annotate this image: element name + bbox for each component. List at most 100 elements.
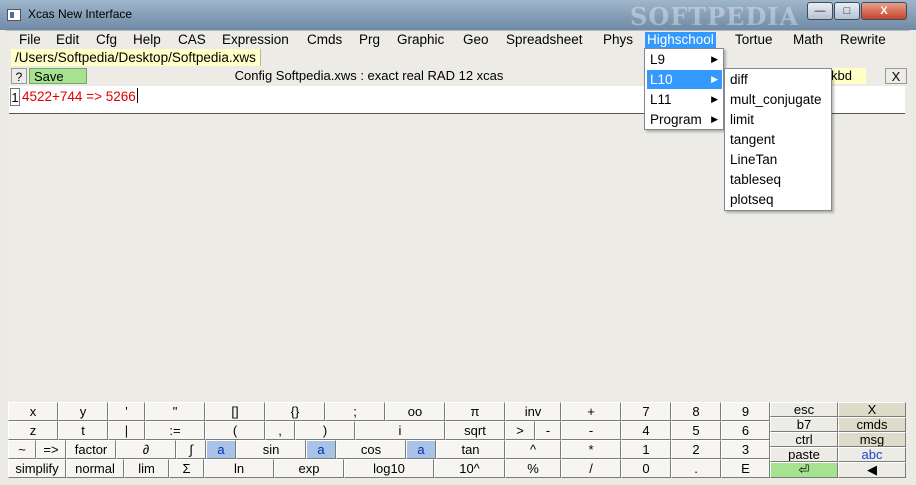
key-t[interactable]: t	[58, 421, 108, 440]
key-pipe[interactable]: |	[108, 421, 145, 440]
menu-file[interactable]: File	[17, 32, 43, 48]
menu-help[interactable]: Help	[131, 32, 163, 48]
key-0[interactable]: 0	[621, 459, 671, 478]
menu-geo[interactable]: Geo	[461, 32, 491, 48]
key-pi[interactable]: π	[445, 402, 505, 421]
submenu-item-plotseq[interactable]: plotseq	[727, 190, 774, 209]
key-4[interactable]: 4	[621, 421, 671, 440]
submenu-item-diff[interactable]: diff	[727, 70, 748, 89]
key-ten-power[interactable]: 10^	[434, 459, 505, 478]
session-tab[interactable]: /Users/Softpedia/Desktop/Softpedia.xws	[11, 49, 261, 66]
help-button[interactable]: ?	[11, 68, 27, 84]
key-abc[interactable]: abc	[838, 447, 906, 462]
key-2[interactable]: 2	[671, 440, 721, 459]
key-ctrl[interactable]: ctrl	[770, 432, 838, 447]
key-plus[interactable]: +	[561, 402, 621, 421]
backspace-key-icon[interactable]: ◀	[838, 462, 906, 478]
key-sqrt[interactable]: sqrt	[445, 421, 505, 440]
key-close-paren[interactable]: )	[295, 421, 355, 440]
enter-key-icon[interactable]: ⏎	[770, 462, 838, 478]
menu-phys[interactable]: Phys	[601, 32, 635, 48]
key-open-paren[interactable]: (	[205, 421, 265, 440]
key-b7[interactable]: b7	[770, 417, 838, 432]
key-exponent[interactable]: E	[721, 459, 770, 478]
key-infinity[interactable]: oo	[385, 402, 445, 421]
key-6[interactable]: 6	[721, 421, 770, 440]
key-tan[interactable]: tan	[436, 440, 505, 459]
minimize-button[interactable]: —	[807, 2, 833, 20]
menu-rewrite[interactable]: Rewrite	[838, 32, 888, 48]
key-divide[interactable]: /	[561, 459, 621, 478]
key-decimal[interactable]: .	[671, 459, 721, 478]
key-x-close[interactable]: X	[838, 402, 906, 417]
menu-tortue[interactable]: Tortue	[733, 32, 775, 48]
key-arc-sin[interactable]: a	[206, 440, 236, 459]
menu-cfg[interactable]: Cfg	[94, 32, 119, 48]
key-msg[interactable]: msg	[838, 432, 906, 447]
key-greater[interactable]: >	[505, 421, 535, 440]
menu-expression[interactable]: Expression	[220, 32, 291, 48]
key-power[interactable]: ^	[505, 440, 561, 459]
key-z[interactable]: z	[8, 421, 58, 440]
key-multiply[interactable]: *	[561, 440, 621, 459]
key-lim[interactable]: lim	[124, 459, 169, 478]
menu-math[interactable]: Math	[791, 32, 825, 48]
menu-graphic[interactable]: Graphic	[395, 32, 446, 48]
menu-cmds[interactable]: Cmds	[305, 32, 344, 48]
submenu-item-tangent[interactable]: tangent	[727, 130, 775, 149]
key-cos[interactable]: cos	[336, 440, 406, 459]
save-button[interactable]: Save	[29, 68, 87, 84]
key-semicolon[interactable]: ;	[325, 402, 385, 421]
key-quote[interactable]: '	[108, 402, 145, 421]
key-arc-cos[interactable]: a	[306, 440, 336, 459]
key-9[interactable]: 9	[721, 402, 770, 421]
key-double-quote[interactable]: "	[145, 402, 205, 421]
key-normal[interactable]: normal	[66, 459, 124, 478]
key-tilde[interactable]: ~	[8, 440, 36, 459]
key-assign[interactable]: :=	[145, 421, 205, 440]
command-input[interactable]: 4522+744 => 5266	[22, 88, 138, 106]
key-inv[interactable]: inv	[505, 402, 561, 421]
menu-item-program[interactable]: Program ▶	[647, 110, 722, 129]
key-x[interactable]: x	[8, 402, 58, 421]
key-exp[interactable]: exp	[274, 459, 344, 478]
key-i[interactable]: i	[355, 421, 445, 440]
key-simplify[interactable]: simplify	[8, 459, 66, 478]
key-braces[interactable]: {}	[265, 402, 325, 421]
key-paste[interactable]: paste	[770, 447, 838, 462]
maximize-button[interactable]: □	[834, 2, 860, 20]
submenu-item-tableseq[interactable]: tableseq	[727, 170, 781, 189]
key-minus-2[interactable]: -	[561, 421, 621, 440]
close-session-button[interactable]: X	[885, 68, 907, 84]
menu-item-l10[interactable]: L10 ▶	[647, 70, 722, 89]
key-cmds[interactable]: cmds	[838, 417, 906, 432]
submenu-item-linetan[interactable]: LineTan	[727, 150, 777, 169]
key-comma[interactable]: ,	[265, 421, 295, 440]
submenu-item-mult-conjugate[interactable]: mult_conjugate	[727, 90, 822, 109]
menu-item-l9[interactable]: L9 ▶	[647, 50, 722, 69]
key-5[interactable]: 5	[671, 421, 721, 440]
key-ln[interactable]: ln	[204, 459, 274, 478]
key-partial[interactable]: ∂	[116, 440, 176, 459]
menu-item-l11[interactable]: L11 ▶	[647, 90, 722, 109]
key-sum[interactable]: Σ	[169, 459, 204, 478]
close-window-button[interactable]: X	[861, 2, 907, 20]
menu-edit[interactable]: Edit	[54, 32, 81, 48]
menu-spreadsheet[interactable]: Spreadsheet	[504, 32, 585, 48]
key-integral[interactable]: ∫	[176, 440, 206, 459]
menu-prg[interactable]: Prg	[357, 32, 382, 48]
key-factor[interactable]: factor	[66, 440, 116, 459]
key-sin[interactable]: sin	[236, 440, 306, 459]
menu-cas[interactable]: CAS	[176, 32, 208, 48]
key-implies[interactable]: =>	[36, 440, 66, 459]
key-esc[interactable]: esc	[770, 402, 838, 417]
kbd-button[interactable]: kbd	[829, 68, 866, 84]
key-arc-tan[interactable]: a	[406, 440, 436, 459]
key-y[interactable]: y	[58, 402, 108, 421]
menu-highschool[interactable]: Highschool	[645, 32, 716, 48]
submenu-item-limit[interactable]: limit	[727, 110, 754, 129]
key-7[interactable]: 7	[621, 402, 671, 421]
key-log10[interactable]: log10	[344, 459, 434, 478]
key-3[interactable]: 3	[721, 440, 770, 459]
key-brackets[interactable]: []	[205, 402, 265, 421]
